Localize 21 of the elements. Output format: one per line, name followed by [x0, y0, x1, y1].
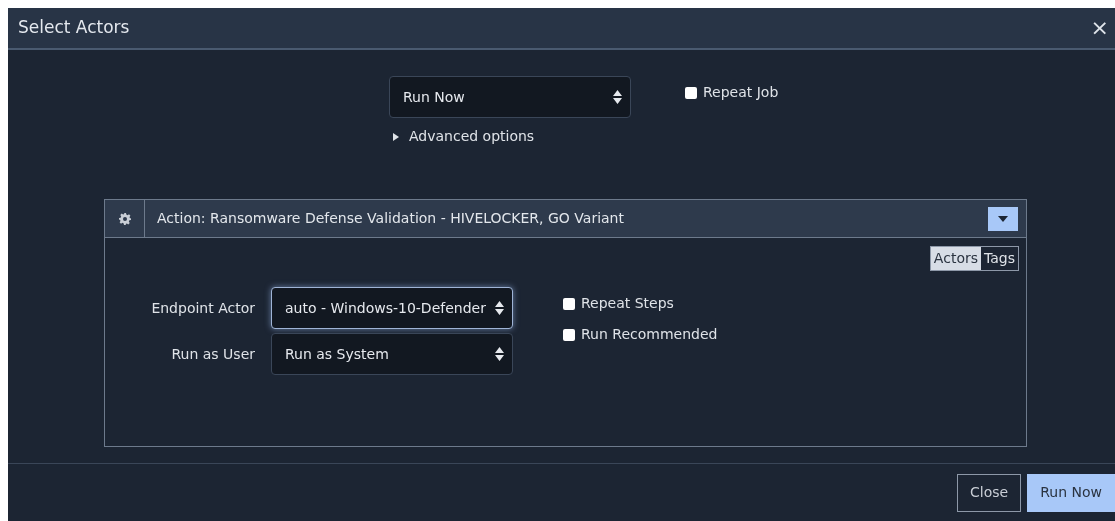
repeat-job-checkbox[interactable]: Repeat Job	[685, 82, 779, 103]
select-field[interactable]: Run as System	[271, 333, 513, 375]
close-button[interactable]: Close	[957, 473, 1022, 512]
option-checkbox[interactable]: Run Recommended	[563, 324, 718, 345]
dropdown-button[interactable]	[988, 206, 1018, 231]
field-label: Run as User	[170, 344, 255, 364]
settings-icon[interactable]	[118, 212, 131, 225]
caret-icon	[998, 215, 1008, 222]
close-button[interactable]: ×	[1090, 17, 1109, 39]
updown-arrows-icon	[495, 347, 504, 361]
action-title: Action: Ransomware Defense Validation - HIVELOCKER, GO Variant	[156, 209, 625, 228]
dialog-title: Select Actors	[18, 16, 130, 40]
schedule-select[interactable]: Run Now	[389, 76, 631, 118]
select-field[interactable]: auto - Windows-10-Defender	[271, 287, 513, 329]
updown-arrows-icon	[613, 90, 622, 104]
tab[interactable]: Actors	[930, 247, 981, 270]
updown-arrows-icon	[495, 301, 504, 315]
field-label: Endpoint Actor	[150, 298, 255, 318]
run-now-button[interactable]: Run Now	[1027, 473, 1115, 512]
option-checkbox[interactable]: Repeat Steps	[563, 293, 718, 314]
advanced-options-toggle[interactable]: Advanced options	[393, 126, 535, 147]
